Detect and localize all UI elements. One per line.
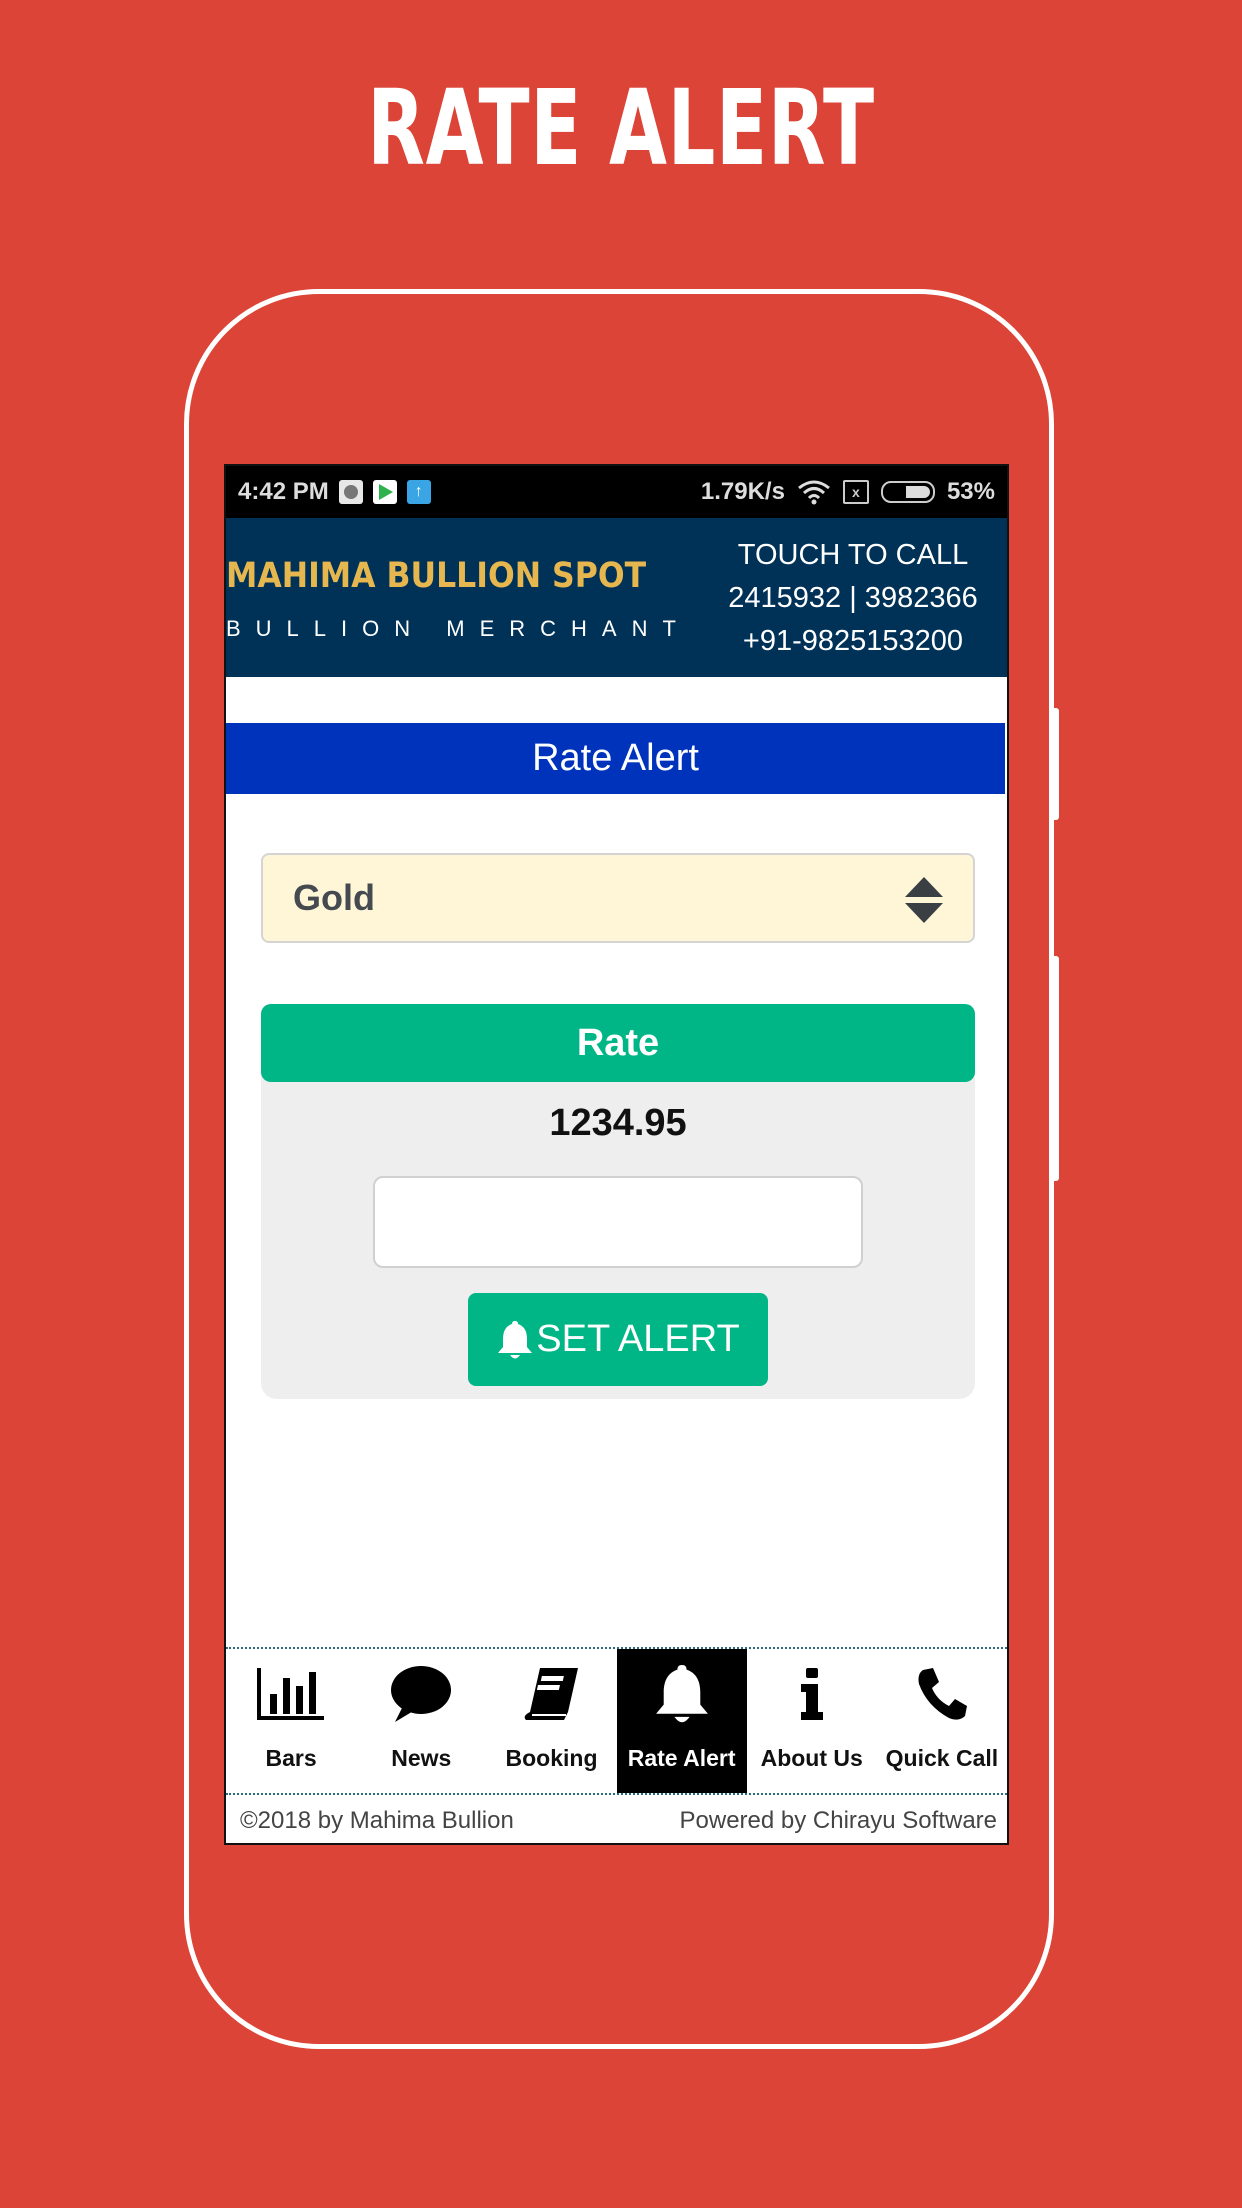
- page-title: Rate Alert: [226, 723, 1005, 794]
- network-speed: 1.79K/s: [700, 478, 785, 505]
- call-label: TOUCH TO CALL: [737, 539, 969, 571]
- nav-item-news[interactable]: News: [356, 1649, 486, 1793]
- upload-icon: ↑: [406, 480, 431, 504]
- nav-label: Rate Alert: [627, 1745, 736, 1771]
- footer: ©2018 by Mahima Bullion Powered by Chira…: [226, 1795, 1007, 1843]
- select-arrows-icon: [905, 877, 943, 923]
- nav-label: Bars: [265, 1745, 317, 1771]
- speech-bubble-icon: [381, 1659, 461, 1729]
- nav-item-bars[interactable]: Bars: [226, 1649, 356, 1793]
- bottom-nav: Bars News Booking Rate Alert About Us Qu…: [226, 1647, 1007, 1795]
- powered-by-text[interactable]: Powered by Chirayu Software: [680, 1807, 997, 1835]
- book-icon: [512, 1659, 592, 1729]
- phone-mobile[interactable]: +91-9825153200: [723, 620, 983, 663]
- rate-panel: Rate 1234.95 SET ALERT: [261, 1004, 975, 1399]
- bell-icon: [642, 1659, 722, 1729]
- bar-chart-icon: [251, 1659, 331, 1729]
- brand-name: MAHIMA BULLION SPOT: [226, 556, 647, 596]
- alert-rate-input[interactable]: [373, 1176, 863, 1268]
- battery-percent: 53%: [946, 478, 995, 505]
- nav-item-booking[interactable]: Booking: [486, 1649, 616, 1793]
- nav-item-about-us[interactable]: About Us: [747, 1649, 877, 1793]
- info-icon: [772, 1659, 852, 1729]
- brand-tagline: BULLION MERCHANT: [226, 616, 691, 641]
- wifi-icon: [798, 480, 830, 505]
- set-alert-label: SET ALERT: [536, 1318, 740, 1360]
- nav-item-quick-call[interactable]: Quick Call: [877, 1649, 1007, 1793]
- no-sim-icon: x: [842, 480, 869, 504]
- phone-screen: 4:42 PM ↑ 1.79K/s x 53% MAHIMA BULLION S…: [224, 464, 1009, 1845]
- copyright-text: ©2018 by Mahima Bullion: [240, 1807, 514, 1834]
- touch-to-call[interactable]: TOUCH TO CALL 2415932 | 3982366 +91-9825…: [723, 534, 983, 663]
- battery-icon: [880, 481, 935, 503]
- nav-item-rate-alert[interactable]: Rate Alert: [616, 1649, 747, 1793]
- phone-landlines[interactable]: 2415932 | 3982366: [723, 577, 983, 620]
- rate-header: Rate: [261, 1004, 975, 1082]
- shield-app-icon: [338, 480, 363, 504]
- status-bar: 4:42 PM ↑ 1.79K/s x 53%: [226, 466, 1007, 518]
- phone-power-button: [1052, 956, 1059, 1181]
- promo-title: RATE ALERT: [367, 67, 875, 189]
- metal-select-value: Gold: [293, 877, 375, 918]
- rate-value: 1234.95: [549, 1102, 687, 1144]
- phone-volume-button: [1052, 708, 1059, 820]
- metal-select[interactable]: Gold: [261, 853, 975, 943]
- nav-label: About Us: [760, 1745, 863, 1771]
- nav-label: Quick Call: [885, 1745, 999, 1771]
- bell-icon: [498, 1320, 533, 1358]
- app-header: MAHIMA BULLION SPOT BULLION MERCHANT TOU…: [226, 518, 1007, 677]
- phone-icon: [902, 1659, 982, 1729]
- nav-label: News: [391, 1745, 452, 1771]
- set-alert-button[interactable]: SET ALERT: [468, 1293, 768, 1386]
- play-store-icon: [372, 480, 397, 504]
- status-time: 4:42 PM: [238, 478, 329, 505]
- nav-label: Booking: [505, 1745, 598, 1771]
